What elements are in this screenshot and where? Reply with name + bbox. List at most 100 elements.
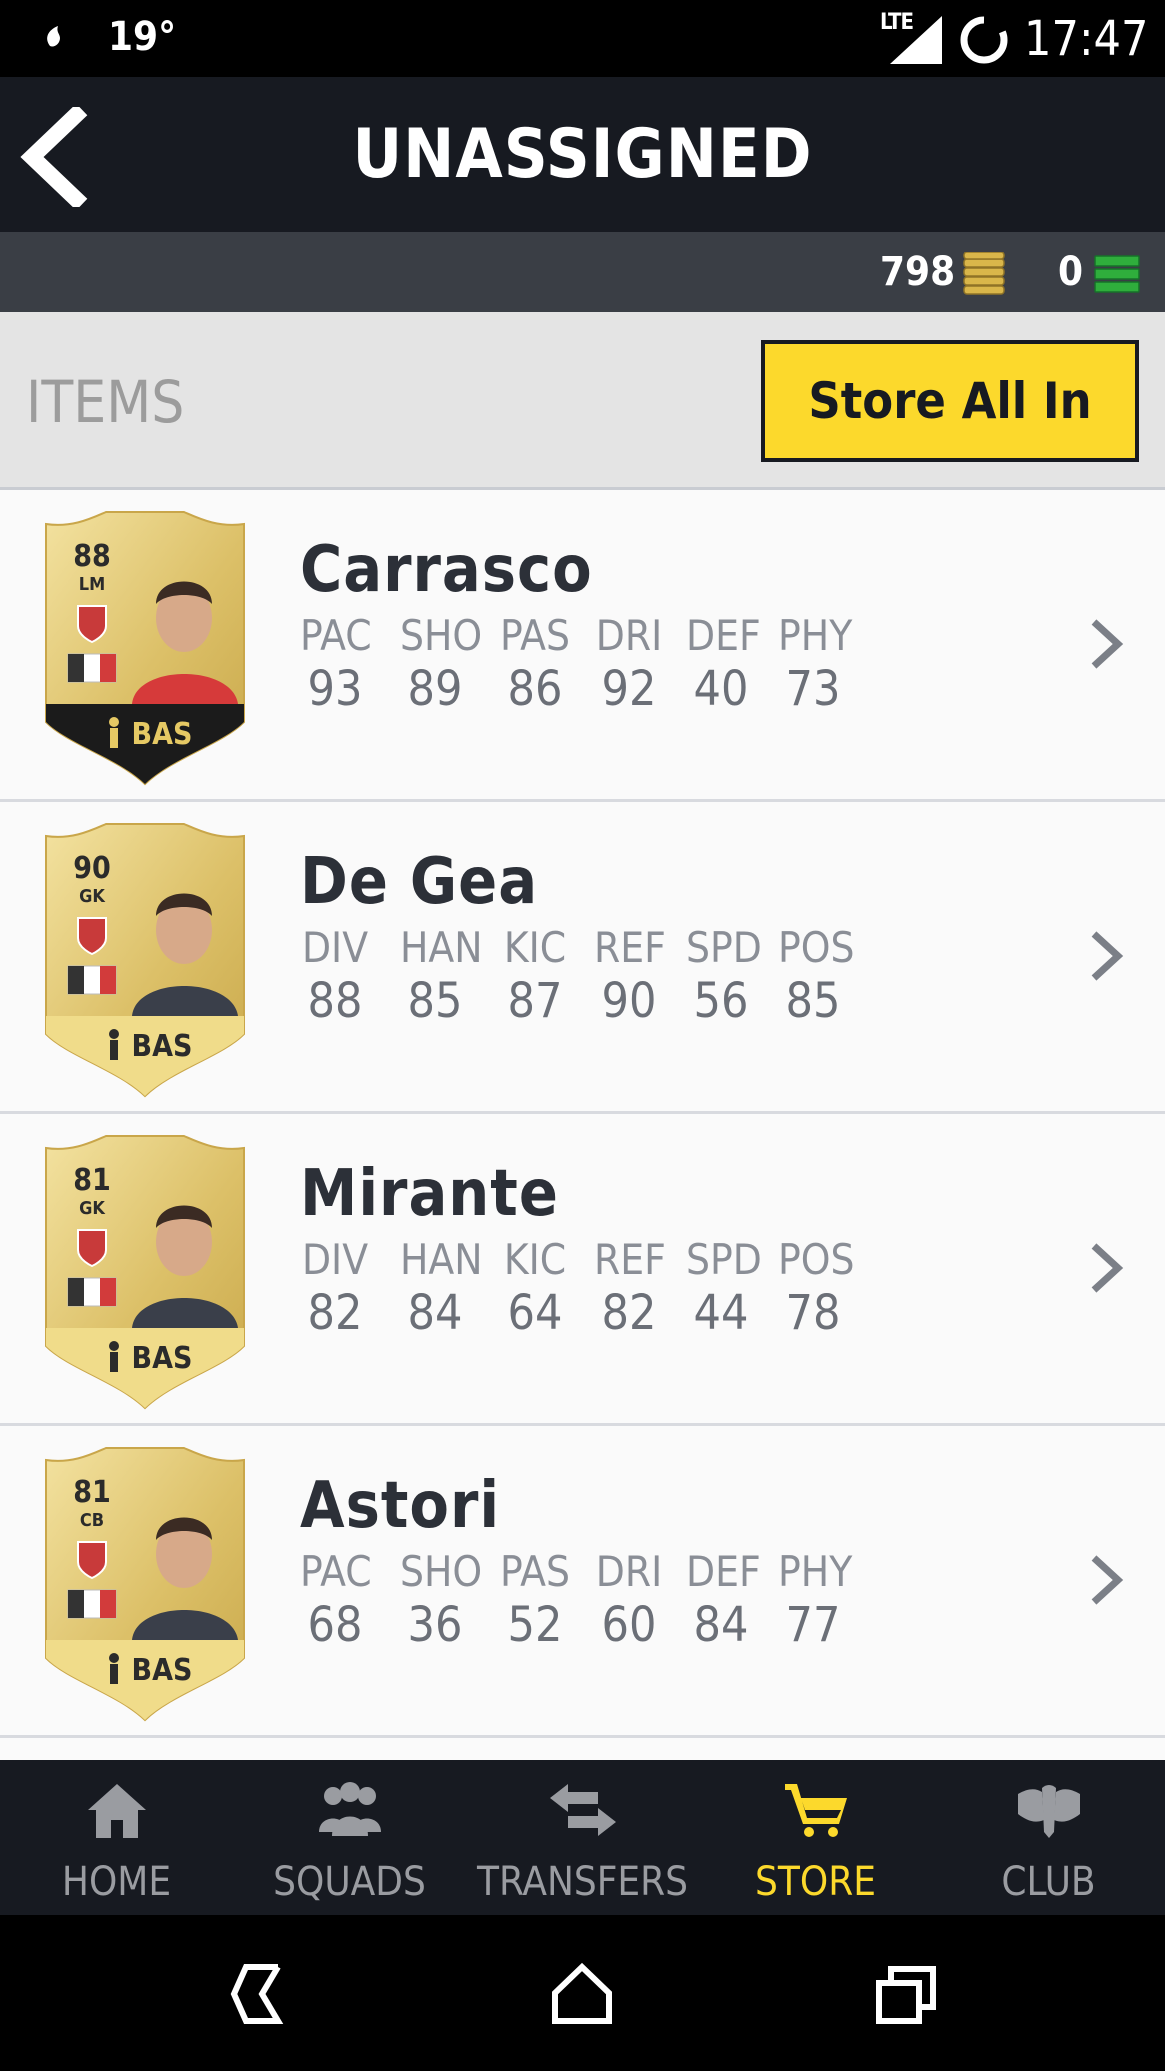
nav-item-club[interactable]: CLUB <box>932 1760 1165 1915</box>
stat-label: POS <box>778 923 855 972</box>
nav-label: STORE <box>755 1859 876 1905</box>
card-type-icon <box>109 1653 119 1684</box>
player-card: 88LM BAS <box>45 511 245 786</box>
stat-value: 64 <box>507 1285 563 1341</box>
stat: PAC 93 <box>300 612 372 718</box>
stat: SPD 44 <box>686 1235 762 1342</box>
stat-value: 44 <box>693 1285 749 1341</box>
nation-flag-icon <box>67 1277 117 1307</box>
points-icon <box>1094 255 1140 293</box>
stat: REF 82 <box>594 1236 666 1342</box>
stat: SHO 36 <box>400 1547 483 1654</box>
coins-icon <box>963 252 1005 295</box>
stat: DEF 84 <box>686 1547 761 1654</box>
card-position: GK <box>79 1198 106 1219</box>
stat: HAN 84 <box>400 1236 483 1342</box>
stat-value: 82 <box>307 1285 363 1341</box>
stat-value: 36 <box>407 1597 463 1653</box>
card-label: BAS <box>132 1341 193 1376</box>
nav-item-store[interactable]: STORE <box>699 1760 932 1915</box>
stat-label: KIC <box>503 1235 567 1284</box>
cart-icon <box>785 1784 847 1837</box>
player-name: Astori <box>300 1469 501 1543</box>
card-type-icon <box>109 1029 119 1060</box>
nav-item-transfers[interactable]: TRANSFERS <box>466 1760 699 1915</box>
stat-label: SHO <box>400 1547 483 1596</box>
card-type-icon <box>109 1341 119 1372</box>
card-position: LM <box>79 574 105 595</box>
player-row[interactable]: 81 CB BAS Astori PAC 68 SHO 36 PAS 52 DRI 60 DEF 84 PH… <box>0 1426 1165 1738</box>
card-position: GK <box>79 886 106 907</box>
stat: PHY 77 <box>778 1547 853 1654</box>
nav-item-squads[interactable]: SQUADS <box>233 1760 466 1915</box>
stat-label: PAS <box>500 1547 570 1596</box>
club-badge-icon <box>77 917 107 956</box>
page-title: UNASSIGNED <box>352 115 813 194</box>
system-back-icon[interactable] <box>228 1961 294 2027</box>
stat: PAS 86 <box>500 612 570 718</box>
system-recents-icon[interactable] <box>873 1961 939 2027</box>
stat: PHY 73 <box>778 612 852 718</box>
card-label: BAS <box>132 1653 193 1688</box>
stat-label: DEF <box>686 611 761 660</box>
stat-label: PHY <box>778 1547 853 1596</box>
card-label: BAS <box>132 717 193 752</box>
stat: PAC 68 <box>300 1548 372 1654</box>
stat-value: 86 <box>507 661 563 717</box>
store-all-in-club-button[interactable]: Store All In Club <box>761 340 1139 544</box>
card-rating: 90 <box>73 851 111 886</box>
points-balance: 0 <box>1058 249 1084 295</box>
stat-value: 92 <box>601 661 657 717</box>
section-title: ITEMS <box>26 368 185 436</box>
system-home-icon[interactable] <box>549 1961 615 2027</box>
card-rating: 81 <box>73 1475 111 1510</box>
stat-label: REF <box>594 923 666 972</box>
weather-icon <box>47 26 60 47</box>
back-button[interactable] <box>18 107 90 207</box>
stat-value: 78 <box>785 1285 841 1341</box>
stat: POS 85 <box>778 923 855 1030</box>
transfers-icon <box>550 1784 616 1836</box>
chevron-right-icon <box>1091 1555 1124 1605</box>
card-type-icon <box>109 717 119 748</box>
player-row[interactable]: 88 LM BAS Carrasco PAC 93 SHO 89 PAS 86 DRI 92 DEF 40… <box>0 490 1165 802</box>
home-icon <box>88 1784 146 1838</box>
stat-value: 89 <box>407 661 463 717</box>
chevron-right-icon <box>1091 619 1124 669</box>
stat: DEF 40 <box>686 611 761 718</box>
stat: PAS 52 <box>500 1548 570 1654</box>
currency-bar: 798 0 <box>0 232 1165 312</box>
stat-label: SPD <box>686 1235 762 1284</box>
stat-value: 84 <box>407 1285 463 1341</box>
stat: POS 78 <box>778 1235 855 1342</box>
signal-icon <box>890 16 942 64</box>
nation-flag-icon <box>67 965 117 995</box>
stat-label: POS <box>778 1235 855 1284</box>
player-row[interactable]: 90 GK BAS De Gea DIV 88 HAN 85 KIC 87 REF 90 SPD 56 PO… <box>0 802 1165 1114</box>
status-bar: 19° LTE 17:47 <box>0 0 1165 77</box>
items-section-header: ITEMS Store All In Club <box>0 312 1165 544</box>
player-card: 81GK BAS <box>45 1135 245 1410</box>
club-badge-icon <box>77 1229 107 1268</box>
nation-flag-icon <box>67 1589 117 1619</box>
card-rating: 81 <box>73 1163 111 1198</box>
club-badge-icon <box>77 1541 107 1580</box>
stat-value: 90 <box>601 973 657 1029</box>
stat-value: 88 <box>307 973 363 1029</box>
nav-item-home[interactable]: HOME <box>0 1760 233 1915</box>
stat-label: KIC <box>503 923 567 972</box>
player-card: 81CB BAS <box>45 1447 245 1722</box>
player-row[interactable]: 81 GK BAS Mirante DIV 82 HAN 84 KIC 64 REF 82 SPD 44 P… <box>0 1114 1165 1426</box>
stat-value: 84 <box>693 1597 749 1653</box>
stat: HAN 85 <box>400 924 483 1030</box>
stat: DIV 82 <box>300 1236 370 1342</box>
stat: KIC 64 <box>500 1236 570 1342</box>
stat-value: 93 <box>307 661 363 717</box>
stat-label: SHO <box>400 611 483 660</box>
stat-value: 68 <box>307 1597 363 1653</box>
player-name: Mirante <box>300 1157 559 1231</box>
club-icon <box>1018 1785 1080 1838</box>
nav-label: SQUADS <box>273 1859 426 1905</box>
stat-label: DEF <box>686 1547 761 1596</box>
stat-value: 82 <box>601 1285 657 1341</box>
